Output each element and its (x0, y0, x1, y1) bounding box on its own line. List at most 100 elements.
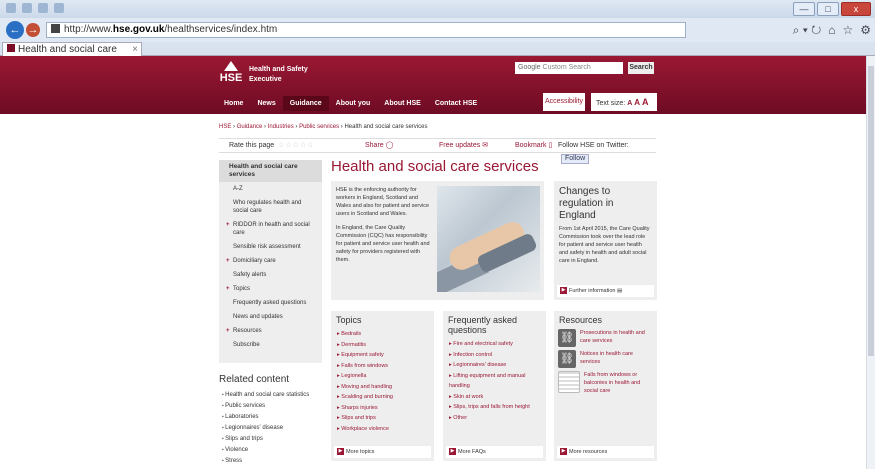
minimize-button[interactable]: — (793, 2, 815, 16)
topic-link[interactable]: Equipment safety (337, 350, 434, 361)
related-link[interactable]: Stress (222, 456, 309, 467)
text-size-large[interactable]: A (642, 97, 649, 107)
topic-link[interactable]: Moving and handling (337, 382, 434, 393)
browser-tab[interactable]: Health and social care services× (2, 42, 142, 68)
resource-link[interactable]: Falls from windows or balconies in healt… (584, 371, 653, 395)
sidebar-item-a-z[interactable]: A-Z (219, 182, 322, 196)
sidebar-item-faq[interactable]: Frequently asked questions (219, 296, 322, 310)
resource-item[interactable]: Falls from windows or balconies in healt… (558, 371, 653, 395)
topic-link[interactable]: Sharps injuries (337, 403, 434, 414)
expand-plus-icon: + (226, 222, 230, 228)
faq-link[interactable]: Other (449, 413, 546, 424)
close-window-button[interactable]: x (841, 2, 871, 16)
resource-link[interactable]: Prosecutions in health and care services (580, 329, 653, 347)
topic-link[interactable]: Bedrails (337, 329, 434, 340)
related-link[interactable]: Legionnaires' disease (222, 423, 309, 434)
resource-item[interactable]: ⛓ Notices in health care services (558, 350, 653, 368)
tab-close-icon[interactable]: × (132, 43, 138, 56)
faq-link[interactable]: Slips, trips and falls from height (449, 402, 546, 413)
page-toolbar: Rate this page ☆☆☆☆☆ Share ◯ Free updates… (219, 138, 656, 164)
nav-about-hse[interactable]: About HSE (377, 96, 428, 111)
tab-strip: Health and social care services× (0, 42, 875, 68)
faq-link[interactable]: Fire and electrical safety (449, 339, 546, 350)
topic-link[interactable]: Dermatitis (337, 340, 434, 351)
topic-link[interactable]: Scalding and burning (337, 392, 434, 403)
faq-link[interactable]: Infection control (449, 350, 546, 361)
sidebar-item-riddor[interactable]: + RIDDOR in health and social care (219, 218, 322, 240)
topic-link[interactable]: Slips and trips (337, 413, 434, 424)
breadcrumb-guidance[interactable]: Guidance (237, 124, 263, 130)
faq-link[interactable]: Skin at work (449, 392, 546, 403)
search-refresh-icon[interactable]: ⌕ ▾ ↻ (793, 23, 822, 38)
accessibility-link[interactable]: Accessibility (543, 93, 585, 111)
expand-plus-icon: + (226, 328, 230, 334)
related-link[interactable]: Violence (222, 445, 309, 456)
sidebar-item-health-social-care[interactable]: Health and social care services (219, 160, 322, 182)
hse-favicon-icon (7, 44, 15, 52)
text-size-medium[interactable]: A (634, 98, 640, 107)
changes-text: From 1st April 2015, the Care Quality Co… (559, 226, 650, 264)
nav-guidance[interactable]: Guidance (282, 96, 329, 111)
resource-link[interactable]: Notices in health care services (580, 350, 653, 368)
faq-link[interactable]: Lifting equipment and manual handling (449, 371, 546, 392)
google-label: Google (518, 64, 541, 71)
sidebar-item-news[interactable]: News and updates (219, 310, 322, 324)
handshake-photo (437, 186, 540, 292)
hse-logo[interactable]: HSE (217, 61, 245, 84)
sidebar-item-safety-alerts[interactable]: Safety alerts (219, 268, 322, 282)
nav-contact-hse[interactable]: Contact HSE (428, 96, 484, 111)
related-content-list: Health and social care statistics Public… (222, 390, 309, 467)
further-information-link[interactable]: Further information ▤ (557, 285, 654, 297)
sidebar-item-resources[interactable]: + Resources (219, 324, 322, 338)
settings-gear-icon[interactable]: ⚙ (860, 23, 871, 38)
share-link[interactable]: Share ◯ (365, 139, 393, 152)
url-prefix: http://www. (64, 24, 113, 35)
topic-link[interactable]: Legionella (337, 371, 434, 382)
bookmark-link[interactable]: Bookmark ▯ (515, 139, 552, 152)
breadcrumb-hse[interactable]: HSE (219, 124, 231, 130)
share-icon: ◯ (385, 142, 394, 149)
nav-news[interactable]: News (250, 96, 282, 111)
forward-button[interactable]: → (26, 23, 40, 37)
nav-home[interactable]: Home (217, 96, 250, 111)
page-scrollbar[interactable] (866, 56, 875, 469)
related-link[interactable]: Laboratories (222, 412, 309, 423)
scrollbar-thumb[interactable] (868, 66, 874, 356)
sidebar-item-topics[interactable]: + Topics (219, 282, 322, 296)
sidebar-item-domiciliary-care[interactable]: + Domiciliary care (219, 254, 322, 268)
related-link[interactable]: Public services (222, 401, 309, 412)
free-updates-link[interactable]: Free updates ✉ (439, 139, 488, 152)
related-link[interactable]: Slips and trips (222, 434, 309, 445)
follow-button[interactable]: Follow (561, 154, 590, 164)
org-name: Health and Safety Executive (249, 66, 308, 83)
home-icon[interactable]: ⌂ (828, 23, 835, 38)
text-size-small[interactable]: A (627, 100, 632, 107)
topics-panel: Topics Bedrails Dermatitis Equipment saf… (331, 311, 434, 461)
faq-link[interactable]: Legionnaires' disease (449, 360, 546, 371)
site-header: HSE Health and Safety Executive Google C… (0, 56, 875, 114)
sidebar-item-label: Resources (233, 328, 262, 334)
topic-link[interactable]: Falls from windows (337, 361, 434, 372)
sidebar-item-who-regulates[interactable]: Who regulates health and social care (219, 196, 322, 218)
address-input[interactable]: http://www.hse.gov.uk/healthservices/ind… (46, 22, 686, 38)
rating-stars-icon[interactable]: ☆☆☆☆☆ (278, 142, 314, 149)
favorites-star-icon[interactable]: ☆ (842, 23, 853, 38)
search-input[interactable]: Google Custom Search (515, 62, 623, 74)
sidebar-item-risk-assessment[interactable]: Sensible risk assessment (219, 240, 322, 254)
search-placeholder: Custom Search (542, 64, 591, 71)
back-button[interactable]: ← (6, 21, 24, 39)
nav-about-you[interactable]: About you (329, 96, 378, 111)
related-link[interactable]: Health and social care statistics (222, 390, 309, 401)
search-button[interactable]: Search (628, 62, 654, 74)
browser-title-bar: — □ x (0, 0, 875, 18)
breadcrumb-public-services[interactable]: Public services (299, 124, 339, 130)
maximize-button[interactable]: □ (817, 2, 839, 16)
more-resources-link[interactable]: More resources (557, 446, 654, 458)
topic-link[interactable]: Workplace violence (337, 424, 434, 435)
breadcrumb-industries[interactable]: Industries (268, 124, 294, 130)
main-nav: Home News Guidance About you About HSE C… (217, 96, 484, 111)
sidebar-item-subscribe[interactable]: Subscribe (219, 338, 322, 352)
resource-item[interactable]: ⛓ Prosecutions in health and care service… (558, 329, 653, 347)
more-faqs-link[interactable]: More FAQs (446, 446, 543, 458)
more-topics-link[interactable]: More topics (334, 446, 431, 458)
